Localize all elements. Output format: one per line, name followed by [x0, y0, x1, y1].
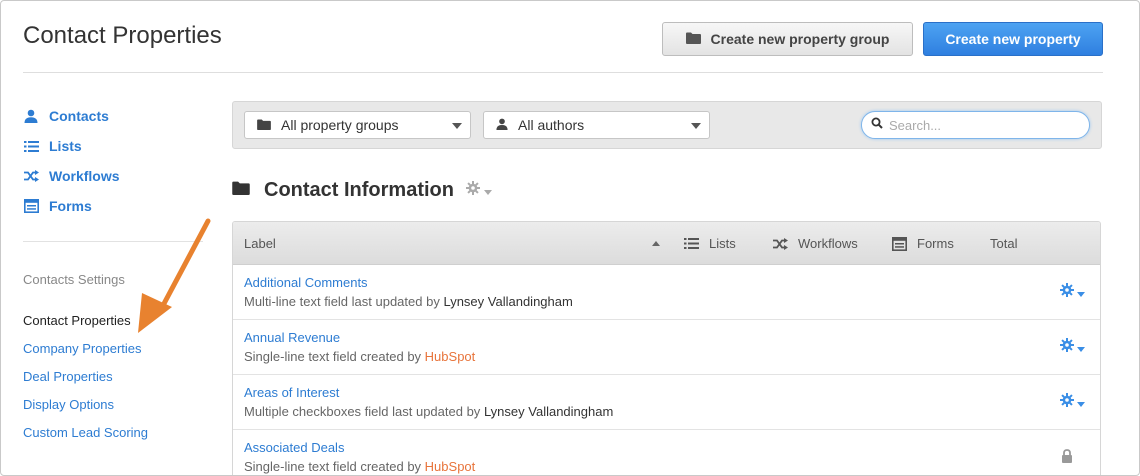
list-icon	[684, 237, 699, 250]
header-divider	[23, 72, 1103, 73]
folder-icon	[685, 31, 701, 47]
form-icon	[892, 236, 907, 251]
row-actions-menu[interactable]	[1060, 283, 1085, 302]
create-property-group-label: Create new property group	[710, 31, 890, 47]
settings-item-deal-properties[interactable]: Deal Properties	[23, 362, 148, 390]
author-name: Lynsey Vallandingham	[483, 404, 614, 419]
table-row: Areas of Interest Multiple checkboxes fi…	[233, 375, 1100, 430]
property-name-link[interactable]: Additional Comments	[244, 275, 368, 290]
sidebar-item-label: Contacts	[49, 108, 109, 124]
lock-icon	[1061, 449, 1073, 468]
folder-icon	[232, 181, 250, 200]
search-icon	[871, 116, 883, 134]
property-description: Single-line text field created by HubSpo…	[244, 349, 476, 364]
form-icon	[23, 198, 39, 214]
settings-heading: Contacts Settings	[23, 272, 125, 287]
author-name: HubSpot	[424, 349, 476, 364]
property-name-link[interactable]: Associated Deals	[244, 440, 344, 455]
create-property-group-button[interactable]: Create new property group	[662, 22, 913, 56]
shuffle-icon	[23, 168, 39, 184]
chevron-down-icon	[452, 123, 462, 129]
sidebar-item-workflows[interactable]: Workflows	[23, 161, 203, 191]
sidebar-item-lists[interactable]: Lists	[23, 131, 203, 161]
property-name-link[interactable]: Areas of Interest	[244, 385, 339, 400]
property-group-select[interactable]: All property groups	[244, 111, 471, 139]
list-icon	[23, 138, 39, 154]
create-property-button[interactable]: Create new property	[923, 22, 1103, 56]
search-input[interactable]	[889, 117, 1079, 133]
chevron-down-icon	[1077, 284, 1085, 302]
author-name: HubSpot	[424, 459, 476, 474]
sidebar-item-label: Forms	[49, 198, 92, 214]
column-label[interactable]: Label	[244, 222, 276, 265]
settings-list: Contact Properties Company Properties De…	[23, 306, 148, 446]
property-description: Multiple checkboxes field last updated b…	[244, 404, 614, 419]
table-header: Label Lists Workflows Forms Total	[233, 222, 1100, 265]
gear-icon	[466, 181, 480, 200]
filter-bar: All property groups All authors	[232, 101, 1102, 149]
chevron-down-icon	[1077, 339, 1085, 357]
chevron-down-icon	[691, 123, 701, 129]
table-row: Annual Revenue Single-line text field cr…	[233, 320, 1100, 375]
sidebar-divider	[23, 241, 203, 242]
table-row: Associated Deals Single-line text field …	[233, 430, 1100, 475]
column-workflows[interactable]: Workflows	[773, 222, 858, 265]
chevron-down-icon	[484, 182, 492, 200]
app-window: Contact Properties Create new property g…	[0, 0, 1140, 476]
page-title: Contact Properties	[23, 22, 222, 49]
sidebar-nav: Contacts Lists Workflows Forms	[23, 101, 203, 221]
property-group-select-value: All property groups	[281, 117, 399, 133]
section-settings-menu[interactable]	[466, 181, 492, 200]
table-row: Additional Comments Multi-line text fiel…	[233, 265, 1100, 320]
section-header: Contact Information	[232, 179, 492, 202]
property-description: Single-line text field created by HubSpo…	[244, 459, 476, 474]
sidebar-item-forms[interactable]: Forms	[23, 191, 203, 221]
column-lists[interactable]: Lists	[684, 222, 736, 265]
settings-item-display-options[interactable]: Display Options	[23, 390, 148, 418]
settings-item-custom-lead-scoring[interactable]: Custom Lead Scoring	[23, 418, 148, 446]
settings-item-contact-properties[interactable]: Contact Properties	[23, 306, 148, 334]
row-actions-menu[interactable]	[1060, 393, 1085, 412]
property-name-link[interactable]: Annual Revenue	[244, 330, 340, 345]
search-box[interactable]	[861, 111, 1090, 139]
gear-icon	[1060, 393, 1074, 412]
sidebar-item-label: Lists	[49, 138, 82, 154]
gear-icon	[1060, 283, 1074, 302]
column-forms[interactable]: Forms	[892, 222, 954, 265]
folder-icon	[257, 117, 271, 133]
author-select[interactable]: All authors	[483, 111, 710, 139]
person-icon	[496, 117, 508, 133]
property-description: Multi-line text field last updated by Ly…	[244, 294, 573, 309]
sidebar-item-contacts[interactable]: Contacts	[23, 101, 203, 131]
author-select-value: All authors	[518, 117, 585, 133]
shuffle-icon	[773, 237, 788, 250]
properties-table: Label Lists Workflows Forms Total Additi…	[232, 221, 1101, 475]
section-title: Contact Information	[264, 179, 454, 201]
row-actions-menu[interactable]	[1060, 338, 1085, 357]
sort-arrow-icon[interactable]	[652, 222, 660, 265]
chevron-down-icon	[1077, 394, 1085, 412]
gear-icon	[1060, 338, 1074, 357]
author-name: Lynsey Vallandingham	[443, 294, 573, 309]
column-total[interactable]: Total	[990, 222, 1017, 265]
person-icon	[23, 108, 39, 124]
sidebar-item-label: Workflows	[49, 168, 120, 184]
settings-item-company-properties[interactable]: Company Properties	[23, 334, 148, 362]
